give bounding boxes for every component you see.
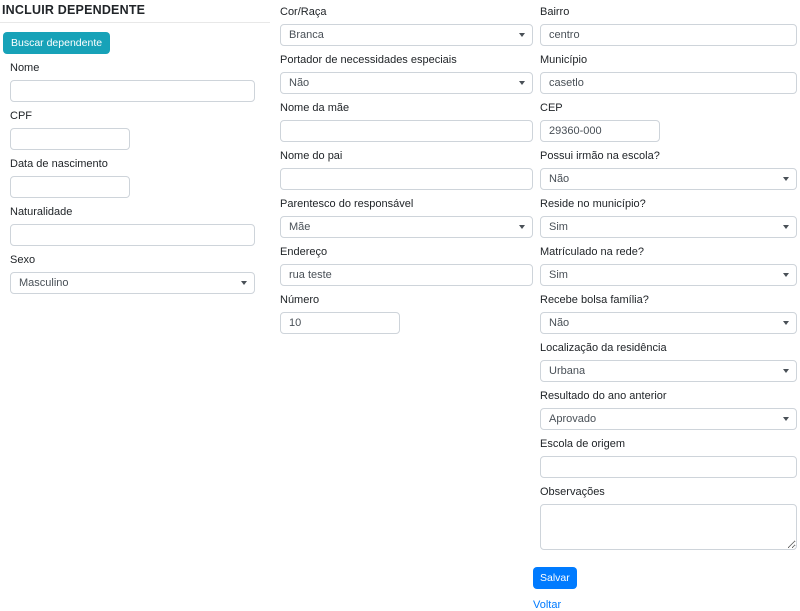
numero-label: Número	[280, 294, 533, 307]
matriculado-label: Matrículado na rede?	[540, 246, 797, 259]
reside-select-value: Sim	[549, 221, 568, 233]
field-municipio: Município	[540, 54, 797, 94]
possui-irmao-select[interactable]: Não	[540, 168, 797, 190]
cep-label: CEP	[540, 102, 797, 115]
field-parentesco: Parentesco do responsável Mãe	[280, 198, 533, 238]
nome-pai-input[interactable]	[280, 168, 533, 190]
field-reside: Reside no município? Sim	[540, 198, 797, 238]
field-localizacao: Localização da residência Urbana	[540, 342, 797, 382]
bolsa-familia-label: Recebe bolsa família?	[540, 294, 797, 307]
pne-select[interactable]: Não	[280, 72, 533, 94]
endereco-label: Endereço	[280, 246, 533, 259]
matriculado-select-value: Sim	[549, 269, 568, 281]
escola-origem-input[interactable]	[540, 456, 797, 478]
field-escola-origem: Escola de origem	[540, 438, 797, 478]
chevron-down-icon	[519, 81, 525, 85]
reside-label: Reside no município?	[540, 198, 797, 211]
field-nome: Nome	[10, 62, 255, 102]
page-title: INCLUIR DEPENDENTE	[2, 3, 270, 17]
matriculado-select[interactable]: Sim	[540, 264, 797, 286]
field-bolsa-familia: Recebe bolsa família? Não	[540, 294, 797, 334]
field-nome-pai: Nome do pai	[280, 150, 533, 190]
left-fields: Nome CPF Data de nascimento Naturalidade…	[10, 62, 255, 294]
observacoes-label: Observações	[540, 486, 797, 499]
pne-select-value: Não	[289, 77, 309, 89]
resultado-label: Resultado do ano anterior	[540, 390, 797, 403]
bairro-input[interactable]	[540, 24, 797, 46]
cpf-input[interactable]	[10, 128, 130, 150]
field-cpf: CPF	[10, 110, 255, 150]
chevron-down-icon	[783, 273, 789, 277]
chevron-down-icon	[783, 369, 789, 373]
municipio-label: Município	[540, 54, 797, 67]
field-matriculado: Matrículado na rede? Sim	[540, 246, 797, 286]
localizacao-select[interactable]: Urbana	[540, 360, 797, 382]
possui-irmao-select-value: Não	[549, 173, 569, 185]
bairro-label: Bairro	[540, 6, 797, 19]
pne-label: Portador de necessidades especiais	[280, 54, 533, 67]
parentesco-label: Parentesco do responsável	[280, 198, 533, 211]
field-sexo: Sexo Masculino	[10, 254, 255, 294]
title-divider	[0, 22, 270, 23]
nome-mae-input[interactable]	[280, 120, 533, 142]
resultado-select-value: Aprovado	[549, 413, 596, 425]
bolsa-familia-select-value: Não	[549, 317, 569, 329]
nome-pai-label: Nome do pai	[280, 150, 533, 163]
field-pne: Portador de necessidades especiais Não	[280, 54, 533, 94]
field-endereco: Endereço	[280, 246, 533, 286]
field-nome-mae: Nome da mãe	[280, 102, 533, 142]
possui-irmao-label: Possui irmão na escola?	[540, 150, 797, 163]
municipio-input[interactable]	[540, 72, 797, 94]
chevron-down-icon	[519, 33, 525, 37]
sexo-label: Sexo	[10, 254, 255, 267]
field-cep: CEP	[540, 102, 797, 142]
field-possui-irmao: Possui irmão na escola? Não	[540, 150, 797, 190]
bolsa-familia-select[interactable]: Não	[540, 312, 797, 334]
chevron-down-icon	[241, 281, 247, 285]
cor-raca-select[interactable]: Branca	[280, 24, 533, 46]
parentesco-select-value: Mãe	[289, 221, 310, 233]
field-observacoes: Observações	[540, 486, 797, 550]
observacoes-textarea[interactable]	[540, 504, 797, 550]
form-actions: Salvar Voltar	[540, 558, 797, 611]
cep-input[interactable]	[540, 120, 660, 142]
left-column: INCLUIR DEPENDENTE Buscar dependente Nom…	[0, 0, 270, 302]
escola-origem-label: Escola de origem	[540, 438, 797, 451]
middle-column: Cor/Raça Branca Portador de necessidades…	[280, 6, 533, 342]
nome-label: Nome	[10, 62, 255, 75]
field-naturalidade: Naturalidade	[10, 206, 255, 246]
endereco-input[interactable]	[280, 264, 533, 286]
resultado-select[interactable]: Aprovado	[540, 408, 797, 430]
field-bairro: Bairro	[540, 6, 797, 46]
sexo-select[interactable]: Masculino	[10, 272, 255, 294]
reside-select[interactable]: Sim	[540, 216, 797, 238]
naturalidade-input[interactable]	[10, 224, 255, 246]
cor-raca-select-value: Branca	[289, 29, 324, 41]
nome-input[interactable]	[10, 80, 255, 102]
numero-input[interactable]	[280, 312, 400, 334]
chevron-down-icon	[783, 321, 789, 325]
localizacao-label: Localização da residência	[540, 342, 797, 355]
localizacao-select-value: Urbana	[549, 365, 585, 377]
field-resultado: Resultado do ano anterior Aprovado	[540, 390, 797, 430]
nome-mae-label: Nome da mãe	[280, 102, 533, 115]
chevron-down-icon	[519, 225, 525, 229]
sexo-select-value: Masculino	[19, 277, 69, 289]
salvar-button[interactable]: Salvar	[533, 567, 577, 589]
naturalidade-label: Naturalidade	[10, 206, 255, 219]
cor-raca-label: Cor/Raça	[280, 6, 533, 19]
buscar-dependente-button[interactable]: Buscar dependente	[3, 32, 110, 54]
parentesco-select[interactable]: Mãe	[280, 216, 533, 238]
field-numero: Número	[280, 294, 533, 334]
field-data-nascimento: Data de nascimento	[10, 158, 255, 198]
voltar-link[interactable]: Voltar	[533, 599, 561, 611]
field-cor-raca: Cor/Raça Branca	[280, 6, 533, 46]
chevron-down-icon	[783, 225, 789, 229]
chevron-down-icon	[783, 417, 789, 421]
right-column: Bairro Município CEP Possui irmão na esc…	[540, 6, 797, 611]
chevron-down-icon	[783, 177, 789, 181]
data-nascimento-input[interactable]	[10, 176, 130, 198]
cpf-label: CPF	[10, 110, 255, 123]
data-nascimento-label: Data de nascimento	[10, 158, 255, 171]
